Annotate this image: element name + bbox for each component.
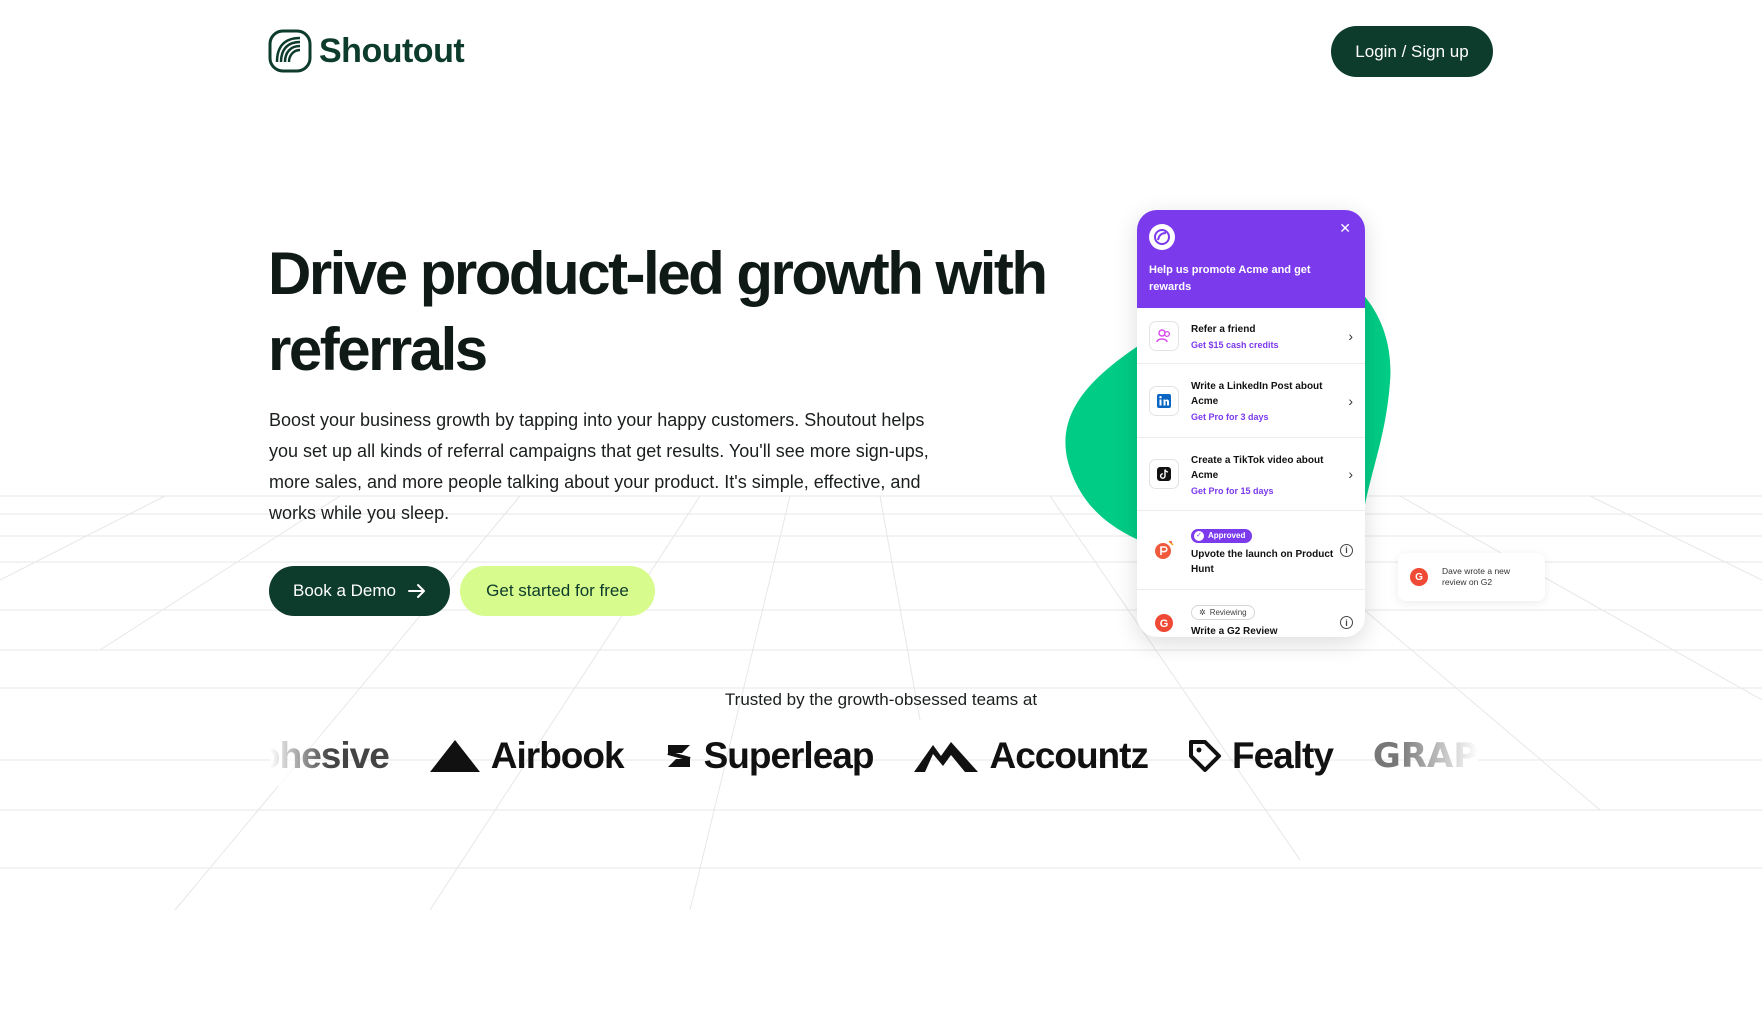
g2-icon: G — [1149, 608, 1179, 637]
book-demo-label: Book a Demo — [293, 581, 396, 600]
product-hunt-icon — [1149, 535, 1179, 565]
brand-logo[interactable]: Shoutout — [268, 29, 465, 73]
g2-icon: G — [1410, 568, 1428, 586]
carousel-fade-right — [1398, 726, 1478, 786]
review-notification-toast: G Dave wrote a new review on G2 — [1398, 553, 1545, 601]
site-header: Shoutout Login / Sign up — [0, 0, 1762, 104]
superleap-s-icon — [667, 745, 691, 767]
referral-widget: ✕ Help us promote Acme and get rewards R… — [1137, 210, 1365, 637]
logo-airbook: Airbook — [429, 735, 625, 777]
chevron-right-icon: › — [1348, 327, 1353, 344]
task-linkedin-post[interactable]: Write a LinkedIn Post about Acme Get Pro… — [1137, 364, 1365, 438]
task-title: Write a LinkedIn Post about Acme — [1191, 381, 1323, 407]
people-icon — [1149, 320, 1179, 351]
customer-logos-carousel: ohesive Airbook Superleap Accountz Fealt… — [270, 726, 1478, 786]
reviewing-badge: ✲ Reviewing — [1191, 605, 1255, 620]
login-signup-button[interactable]: Login / Sign up — [1331, 26, 1493, 77]
trusted-heading: Trusted by the growth-obsessed teams at — [724, 690, 1038, 709]
approved-badge: ✓ Approved — [1191, 528, 1253, 543]
task-title: Write a G2 Review — [1191, 626, 1278, 637]
svg-text:G: G — [1160, 618, 1169, 630]
widget-header: ✕ Help us promote Acme and get rewards — [1137, 210, 1365, 308]
task-reward: Get Pro for 3 days — [1191, 412, 1269, 422]
task-reward: Get Pro for 15 days — [1191, 485, 1274, 496]
shoutout-logo-icon — [268, 29, 312, 73]
arrow-right-icon — [408, 584, 425, 598]
close-icon[interactable]: ✕ — [1339, 220, 1351, 237]
task-refer-friend[interactable]: Refer a friend Get $15 cash credits › — [1137, 308, 1365, 364]
spinner-icon: ✲ — [1199, 608, 1206, 617]
task-reward: Get $15 cash credits — [1191, 339, 1279, 350]
info-icon[interactable]: i — [1340, 543, 1353, 557]
chevron-right-icon: › — [1348, 466, 1353, 482]
hero-title: Drive product-led growth with referrals — [268, 240, 1048, 383]
cta-row: Book a Demo Get started for free — [269, 566, 655, 616]
hero-subtitle: Boost your business growth by tapping in… — [269, 410, 929, 523]
get-started-free-button[interactable]: Get started for free — [460, 566, 655, 616]
logo-track: ohesive Airbook Superleap Accountz Fealt… — [270, 726, 1478, 786]
task-tiktok-video[interactable]: Create a TikTok video about Acme Get Pro… — [1137, 438, 1365, 511]
task-title: Create a TikTok video about Acme — [1191, 454, 1324, 481]
widget-heading: Help us promote Acme and get rewards — [1149, 264, 1311, 293]
accountz-peaks-icon — [914, 742, 979, 772]
carousel-fade-left — [270, 726, 330, 786]
brand-name: Shoutout — [319, 31, 465, 70]
logo-accountz: Accountz — [913, 735, 1149, 777]
checkmark-icon: ✓ — [1194, 530, 1204, 541]
info-icon[interactable]: i — [1340, 616, 1353, 629]
chevron-right-icon: › — [1348, 392, 1353, 409]
widget-logo-icon — [1149, 224, 1175, 250]
toast-text: Dave wrote a new review on G2 — [1442, 566, 1511, 587]
logo-superleap: Superleap — [664, 735, 874, 777]
task-title: Refer a friend — [1191, 323, 1256, 335]
logo-fealty: Fealty — [1188, 735, 1334, 777]
fealty-tag-icon — [1188, 740, 1221, 772]
airbook-triangle-icon — [429, 740, 480, 772]
task-product-hunt[interactable]: ✓ Approved Upvote the launch on Product H… — [1137, 511, 1365, 590]
linkedin-icon — [1149, 385, 1179, 416]
task-title: Upvote the launch on Product Hunt — [1191, 548, 1334, 575]
book-demo-button[interactable]: Book a Demo — [269, 566, 450, 616]
tiktok-icon — [1149, 459, 1179, 489]
task-g2-review[interactable]: G ✲ Reviewing Write a G2 Review i — [1137, 590, 1365, 637]
